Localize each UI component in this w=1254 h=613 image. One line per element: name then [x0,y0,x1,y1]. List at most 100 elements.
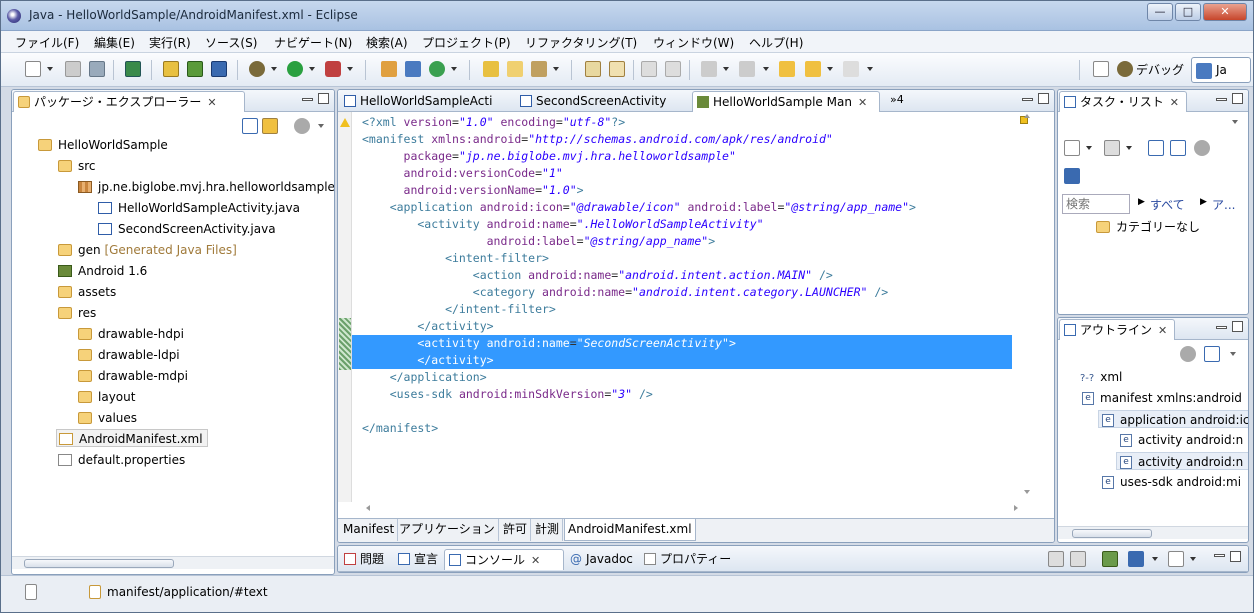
code-line[interactable]: <?xml version="1.0" encoding="utf-8"?> [362,114,625,131]
code-line[interactable]: <category android:name="android.intent.c… [362,284,888,301]
menu-run[interactable]: 実行(R) [149,34,191,51]
new-dropdown-icon[interactable] [47,67,53,71]
menu-navigate[interactable]: ナビゲート(N) [274,34,352,51]
next-annotation-icon[interactable] [701,61,717,77]
code-line[interactable]: </application> [362,369,487,386]
print-icon[interactable] [89,61,105,77]
tab-editor-manifest[interactable]: HelloWorldSample Man ✕ [692,91,880,112]
open-perspective-icon[interactable] [1093,61,1109,77]
scroll-up-icon[interactable] [1024,114,1030,118]
more-tabs-indicator[interactable]: »4 [890,93,904,106]
menu-search[interactable]: 検索(A) [366,34,408,51]
tree-java-file-2[interactable]: SecondScreenActivity.java [98,220,276,238]
maximize-button[interactable]: □ [1175,3,1201,21]
new-folder-icon[interactable] [381,61,397,77]
tree-res-item[interactable]: drawable-mdpi [78,367,188,385]
open-console-icon[interactable] [1168,551,1184,567]
maximize-view-icon[interactable] [1232,93,1243,104]
close-icon[interactable]: ✕ [1158,324,1167,337]
tab-instrumentation[interactable]: 計測 [532,519,564,541]
tree-package[interactable]: jp.ne.biglobe.mvj.hra.helloworldsample [78,178,334,196]
scroll-down-icon[interactable] [1024,490,1030,494]
toggle-mark-icon[interactable] [585,61,601,77]
new-icon[interactable] [25,61,41,77]
code-line[interactable]: </activity> [352,352,1012,369]
fast-view-icon[interactable] [25,584,37,600]
close-icon[interactable]: ✕ [207,96,216,109]
code-line[interactable]: <action android:name="android.intent.act… [362,267,833,284]
prev-annotation-icon[interactable] [739,61,755,77]
maximize-view-icon[interactable] [318,93,329,104]
code-line[interactable]: </intent-filter> [362,301,556,318]
code-area[interactable]: <?xml version="1.0" encoding="utf-8"?> <m… [352,112,1038,502]
tab-problems[interactable]: 問題 [340,549,392,570]
minimize-view-icon[interactable] [1022,98,1033,101]
scroll-lock-icon[interactable] [1070,551,1086,567]
collapse-all-icon[interactable] [242,118,258,134]
clear-console-icon[interactable] [1048,551,1064,567]
block-select-icon[interactable] [641,61,657,77]
view-menu-icon[interactable] [294,118,310,134]
menu-refactor[interactable]: リファクタリング(T) [525,34,637,51]
tree-res-item[interactable]: drawable-ldpi [78,346,180,364]
display-console-icon[interactable] [1128,551,1144,567]
code-line[interactable]: <intent-filter> [362,250,549,267]
forward-icon[interactable] [843,61,859,77]
tab-editor-activity[interactable]: HelloWorldSampleActi [340,91,512,112]
debug-icon[interactable] [249,61,265,77]
outline-node-xml[interactable]: ?-? xml [1080,368,1122,386]
tab-manifest[interactable]: Manifest [340,519,399,541]
categorize-icon[interactable] [1104,140,1120,156]
maximize-view-icon[interactable] [1038,93,1049,104]
new-interface-icon[interactable] [405,61,421,77]
view-menu-icon[interactable] [1232,120,1238,124]
close-icon[interactable]: ✕ [531,554,540,567]
external-tools-icon[interactable] [325,61,341,77]
code-line[interactable]: <activity android:name=".HelloWorldSampl… [362,216,763,233]
code-line[interactable]: android:versionCode="1" [362,165,563,182]
maximize-view-icon[interactable] [1230,551,1241,562]
close-button[interactable]: ✕ [1203,3,1247,21]
back-icon[interactable] [805,61,821,77]
code-line[interactable]: package="jp.ne.biglobe.mvj.hra.helloworl… [362,148,736,165]
pin-console-icon[interactable] [1102,551,1118,567]
menu-file[interactable]: ファイル(F) [15,34,79,51]
minimize-view-icon[interactable] [302,98,313,101]
tree-assets[interactable]: assets [58,283,116,301]
tree-res-item[interactable]: drawable-hdpi [78,325,184,343]
tree-project[interactable]: HelloWorldSample [38,136,168,154]
search-tool-icon[interactable] [531,61,547,77]
code-line[interactable]: </activity> [362,318,493,335]
tab-editor-second[interactable]: SecondScreenActivity [516,91,688,112]
tab-properties[interactable]: プロパティー [640,549,740,570]
horizontal-scrollbar[interactable] [12,556,334,569]
debug-perspective-icon[interactable] [1117,61,1133,77]
outline-node-manifest[interactable]: e manifest xmlns:android [1082,389,1242,407]
open-resource-icon[interactable] [507,61,523,77]
last-edit-icon[interactable] [779,61,795,77]
view-menu-icon[interactable] [1180,346,1196,362]
save-icon[interactable] [65,61,81,77]
outline-node-uses-sdk[interactable]: e uses-sdk android:mi [1102,473,1241,491]
tab-permissions[interactable]: 許可 [500,519,532,541]
tab-declaration[interactable]: 宣言 [394,549,442,570]
run-icon[interactable] [287,61,303,77]
uncategorized-node[interactable]: カテゴリーなし [1096,218,1200,236]
outline-horizontal-scrollbar[interactable] [1058,526,1248,539]
task-search-input[interactable] [1062,194,1130,214]
tree-gen[interactable]: gen [Generated Java Files] [58,241,237,259]
debug-perspective-label[interactable]: デバッグ [1136,61,1184,78]
new-task-icon[interactable] [1064,140,1080,156]
menu-edit[interactable]: 編集(E) [94,34,135,51]
show-whitespace-icon[interactable] [609,61,625,77]
tab-application[interactable]: アプリケーション [396,519,499,541]
menu-window[interactable]: ウィンドウ(W) [653,34,734,51]
close-icon[interactable]: ✕ [858,96,867,109]
open-type-icon[interactable] [125,61,141,77]
outline-node-activity-selected[interactable]: e activity android:n [1116,452,1248,470]
code-line[interactable]: <activity android:name="SecondScreenActi… [352,335,1012,352]
focus-icon[interactable] [1194,140,1210,156]
code-line[interactable]: <manifest xmlns:android="http://schemas.… [362,131,833,148]
tab-javadoc[interactable]: @ Javadoc [566,549,638,570]
java-perspective-button[interactable]: Ja [1191,57,1251,83]
